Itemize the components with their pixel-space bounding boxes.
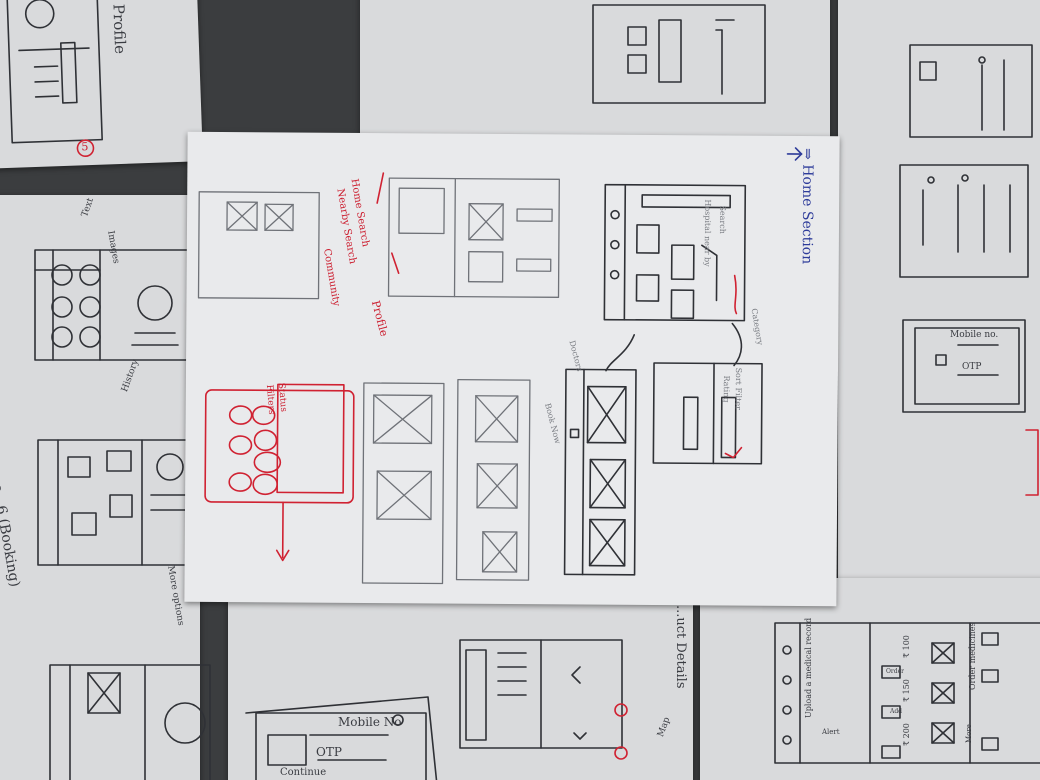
paper-login-page: Mobile No OTP Continue ...uct Details Ma… — [228, 585, 693, 780]
order-label: Order — [886, 668, 905, 675]
otp-label: OTP — [316, 745, 342, 759]
upload-record-label: Upload a medical record — [804, 617, 813, 718]
rating-label: Rating — [721, 375, 731, 403]
search-label: Search — [717, 205, 728, 234]
hospital-nearby-label: Hospital near by — [702, 199, 713, 267]
sort-filter-label: Sort Filter — [733, 367, 744, 410]
continue-label: Continue — [280, 767, 327, 778]
right-mobile-no-label: Mobile no. — [950, 330, 999, 340]
booking-page-drawing — [34, 249, 211, 780]
page-number-five: 5 — [81, 140, 89, 154]
profile-sketch-drawing — [5, 0, 103, 158]
home-section-heading: ⇒ Home Section — [798, 148, 816, 265]
add-label: Add — [890, 708, 903, 715]
login-page-drawing — [245, 639, 628, 780]
product-details-heading: ...uct Details — [673, 605, 688, 689]
mobile-no-label: Mobile No — [338, 715, 402, 729]
right-otp-label: OTP — [962, 362, 982, 372]
price-100-label: ₹ 100 — [902, 635, 911, 658]
price-150-label: ₹ 150 — [902, 679, 911, 702]
paper-profile-sketch: Profile 5 — [0, 0, 203, 169]
paper-medicine-order: Upload a medical record Order medicines … — [700, 578, 1040, 780]
medicine-order-drawing — [774, 622, 1040, 764]
more-label: More — [965, 724, 973, 743]
paper-booking-page: Text Images History More options Page - … — [0, 195, 211, 780]
paper-home-section: ⇒ Home Section Profile Home Search Nearb… — [184, 131, 840, 607]
alert-label: Alert — [822, 728, 840, 736]
order-medicines-label: Order medicines — [968, 622, 977, 690]
profile-label: Profile — [109, 3, 130, 55]
price-200-label: ₹ 200 — [902, 723, 911, 746]
right-screens-drawing — [899, 44, 1039, 496]
photo-scene: Profile 5 Mobile no. OTP Text Images His… — [0, 0, 1040, 780]
paper-right-screens: Mobile no. OTP — [838, 0, 1040, 605]
